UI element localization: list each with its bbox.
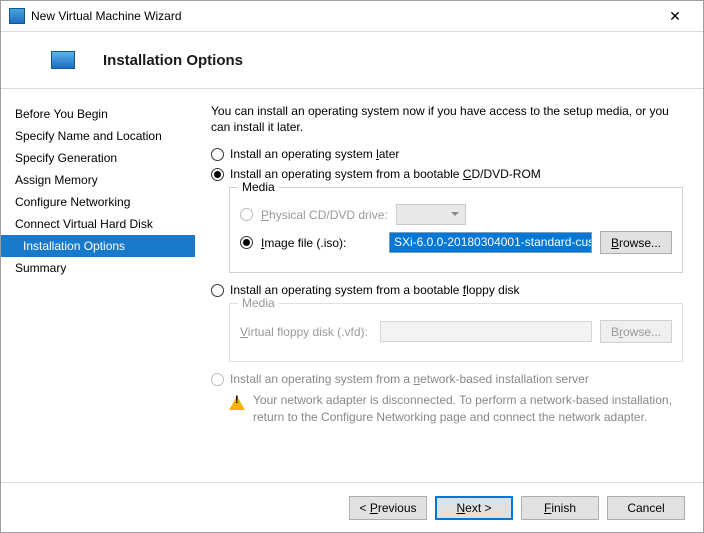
- radio-install-cd[interactable]: Install an operating system from a boota…: [211, 167, 683, 181]
- group-legend: Media: [238, 180, 279, 194]
- media-group-floppy: Media Virtual floppy disk (.vfd): Browse…: [229, 303, 683, 362]
- next-button[interactable]: Next >: [435, 496, 513, 520]
- close-icon[interactable]: ✕: [655, 4, 695, 28]
- finish-button[interactable]: Finish: [521, 496, 599, 520]
- media-group-cd: Media Physical CD/DVD drive: Image file …: [229, 187, 683, 273]
- radio-icon: [211, 168, 224, 181]
- network-warning: Your network adapter is disconnected. To…: [229, 392, 683, 424]
- radio-label: Install an operating system from a netwo…: [230, 372, 589, 386]
- physical-drive-label: Physical CD/DVD drive:: [261, 208, 388, 222]
- titlebar: New Virtual Machine Wizard ✕: [1, 1, 703, 31]
- body: Before You Begin Specify Name and Locati…: [1, 89, 703, 482]
- sidebar-item-summary[interactable]: Summary: [1, 257, 195, 279]
- sidebar-item-assign-memory[interactable]: Assign Memory: [1, 169, 195, 191]
- browse-vfd-button: Browse...: [600, 320, 672, 343]
- vfd-label: Virtual floppy disk (.vfd):: [240, 325, 372, 339]
- sidebar-item-before-you-begin[interactable]: Before You Begin: [1, 103, 195, 125]
- image-file-label: Image file (.iso):: [261, 236, 381, 250]
- physical-drive-combo: [396, 204, 466, 225]
- radio-image-file[interactable]: Image file (.iso): SXi-6.0.0-20180304001…: [240, 231, 672, 254]
- page-title: Installation Options: [103, 52, 243, 69]
- sidebar-item-specify-name[interactable]: Specify Name and Location: [1, 125, 195, 147]
- radio-icon: [211, 373, 224, 386]
- cancel-button[interactable]: Cancel: [607, 496, 685, 520]
- sidebar-item-specify-generation[interactable]: Specify Generation: [1, 147, 195, 169]
- vfd-field: [380, 321, 592, 342]
- previous-button[interactable]: < Previous: [349, 496, 427, 520]
- content-pane: You can install an operating system now …: [195, 89, 703, 482]
- wizard-window: New Virtual Machine Wizard ✕ Installatio…: [0, 0, 704, 533]
- radio-install-floppy[interactable]: Install an operating system from a boota…: [211, 283, 683, 297]
- sidebar-item-installation-options[interactable]: Installation Options: [1, 235, 195, 257]
- intro-text: You can install an operating system now …: [211, 103, 683, 135]
- radio-label: Install an operating system from a boota…: [230, 283, 520, 297]
- group-legend: Media: [238, 296, 279, 310]
- sidebar-item-configure-networking[interactable]: Configure Networking: [1, 191, 195, 213]
- warning-icon: [229, 394, 245, 408]
- window-title: New Virtual Machine Wizard: [31, 9, 655, 23]
- radio-install-later[interactable]: Install an operating system later: [211, 147, 683, 161]
- radio-icon: [240, 236, 253, 249]
- radio-physical-drive: Physical CD/DVD drive:: [240, 204, 672, 225]
- app-icon: [9, 8, 25, 24]
- radio-icon: [240, 208, 253, 221]
- warning-text: Your network adapter is disconnected. To…: [253, 392, 683, 424]
- sidebar-item-connect-vhd[interactable]: Connect Virtual Hard Disk: [1, 213, 195, 235]
- image-file-field[interactable]: SXi-6.0.0-20180304001-standard-customize…: [389, 232, 592, 253]
- wizard-icon: [51, 51, 75, 69]
- sidebar: Before You Begin Specify Name and Locati…: [1, 89, 195, 482]
- radio-icon: [211, 284, 224, 297]
- browse-iso-button[interactable]: Browse...: [600, 231, 672, 254]
- radio-install-network: Install an operating system from a netwo…: [211, 372, 683, 386]
- footer: < Previous Next > Finish Cancel: [1, 482, 703, 532]
- radio-label: Install an operating system from a boota…: [230, 167, 541, 181]
- radio-label: Install an operating system later: [230, 147, 399, 161]
- radio-icon: [211, 148, 224, 161]
- banner: Installation Options: [1, 31, 703, 89]
